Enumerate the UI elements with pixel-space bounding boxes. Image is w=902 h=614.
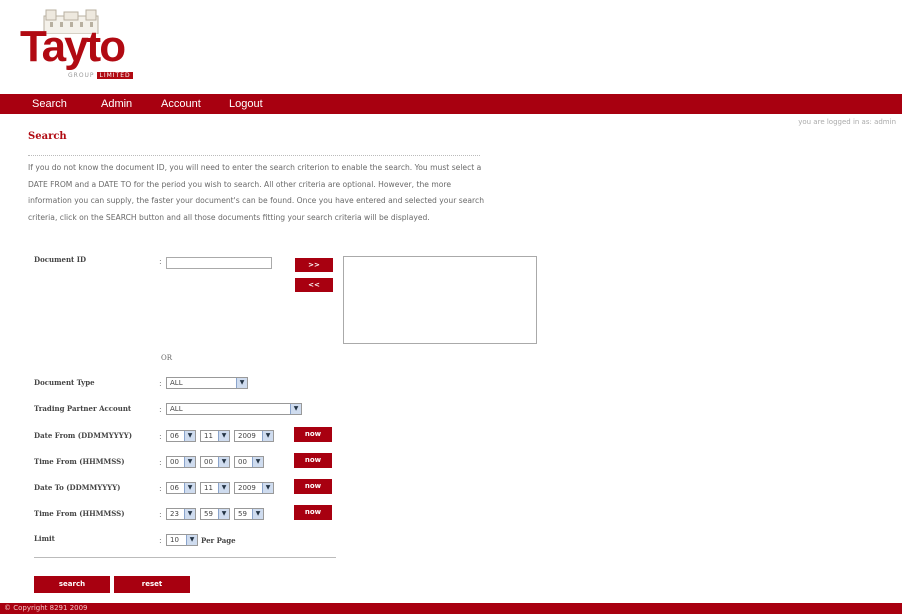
chevron-down-icon: ▼ [218,457,229,467]
time-from-mm-value: 00 [204,458,213,466]
date-from-day-select[interactable]: 06 ▼ [166,430,196,442]
document-id-label: Document ID [34,255,87,264]
time-to-hh-value: 23 [170,510,179,518]
document-type-value: ALL [170,379,183,387]
document-id-list[interactable] [343,256,537,344]
footer: © Copyright 8291 2009 [0,603,902,614]
time-from-hh-select[interactable]: 00 ▼ [166,456,196,468]
nav-account[interactable]: Account [161,94,201,114]
time-to-ss-select[interactable]: 59 ▼ [234,508,264,520]
or-label: OR [161,354,173,362]
search-button[interactable]: search [34,576,110,593]
time-to-label: Time From (HHMMSS) [34,509,125,518]
form-divider [34,557,336,558]
copyright-text: © Copyright 8291 2009 [4,604,88,612]
time-from-mm-select[interactable]: 00 ▼ [200,456,230,468]
chevron-down-icon: ▼ [262,431,273,441]
trading-partner-label: Trading Partner Account [34,404,132,413]
colon: : [159,536,162,545]
date-to-month-select[interactable]: 11 ▼ [200,482,230,494]
date-to-label: Date To (DDMMYYYY) [34,483,121,492]
date-from-year-value: 2009 [238,432,256,440]
chevron-down-icon: ▼ [186,535,197,545]
document-type-select[interactable]: ALL ▼ [166,377,248,389]
time-to-hh-select[interactable]: 23 ▼ [166,508,196,520]
chevron-down-icon: ▼ [184,509,195,519]
chevron-down-icon: ▼ [218,431,229,441]
nav-logout[interactable]: Logout [229,94,263,114]
logged-in-status: you are logged in as: admin [798,118,896,126]
title-divider [28,155,480,156]
colon: : [159,432,162,441]
time-from-now-button[interactable]: now [294,453,332,468]
colon: : [159,510,162,519]
date-from-label: Date From (DDMMYYYY) [34,431,133,440]
time-from-ss-select[interactable]: 00 ▼ [234,456,264,468]
time-to-mm-select[interactable]: 59 ▼ [200,508,230,520]
time-to-now-button[interactable]: now [294,505,332,520]
chevron-down-icon: ▼ [290,404,301,414]
colon: : [159,405,162,414]
colon: : [159,257,162,266]
colon: : [159,484,162,493]
date-to-year-value: 2009 [238,484,256,492]
chevron-down-icon: ▼ [184,431,195,441]
date-from-month-select[interactable]: 11 ▼ [200,430,230,442]
chevron-down-icon: ▼ [218,509,229,519]
trading-partner-value: ALL [170,405,183,413]
per-page-label: Per Page [201,536,236,545]
time-from-hh-value: 00 [170,458,179,466]
logo-subtitle: GROUP LIMITED [68,72,133,79]
date-to-year-select[interactable]: 2009 ▼ [234,482,274,494]
tayto-logo: Tayto GROUP LIMITED [20,8,140,88]
nav-search[interactable]: Search [32,94,67,114]
logo-limited: LIMITED [97,72,133,79]
date-to-day-value: 06 [170,484,179,492]
trading-partner-select[interactable]: ALL ▼ [166,403,302,415]
chevron-down-icon: ▼ [184,457,195,467]
colon: : [159,379,162,388]
date-from-day-value: 06 [170,432,179,440]
add-document-button[interactable]: >> [295,258,333,272]
time-to-ss-value: 59 [238,510,247,518]
date-to-day-select[interactable]: 06 ▼ [166,482,196,494]
time-from-ss-value: 00 [238,458,247,466]
date-from-year-select[interactable]: 2009 ▼ [234,430,274,442]
limit-label: Limit [34,534,55,543]
chevron-down-icon: ▼ [236,378,247,388]
date-to-now-button[interactable]: now [294,479,332,494]
reset-button[interactable]: reset [114,576,190,593]
date-to-month-value: 11 [204,484,213,492]
chevron-down-icon: ▼ [252,509,263,519]
chevron-down-icon: ▼ [218,483,229,493]
limit-value: 10 [170,536,179,544]
date-from-month-value: 11 [204,432,213,440]
logo-group: GROUP [68,72,95,79]
intro-text: If you do not know the document ID, you … [28,163,485,222]
date-from-now-button[interactable]: now [294,427,332,442]
nav-admin[interactable]: Admin [101,94,132,114]
page-title: Search [28,131,67,142]
chevron-down-icon: ▼ [184,483,195,493]
document-type-label: Document Type [34,378,95,387]
time-to-mm-value: 59 [204,510,213,518]
chevron-down-icon: ▼ [252,457,263,467]
document-id-input[interactable] [166,257,272,269]
limit-select[interactable]: 10 ▼ [166,534,198,546]
remove-document-button[interactable]: << [295,278,333,292]
chevron-down-icon: ▼ [262,483,273,493]
time-from-label: Time From (HHMMSS) [34,457,125,466]
colon: : [159,458,162,467]
logo-wordmark: Tayto [20,22,126,71]
main-nav: Search Admin Account Logout [0,94,902,114]
